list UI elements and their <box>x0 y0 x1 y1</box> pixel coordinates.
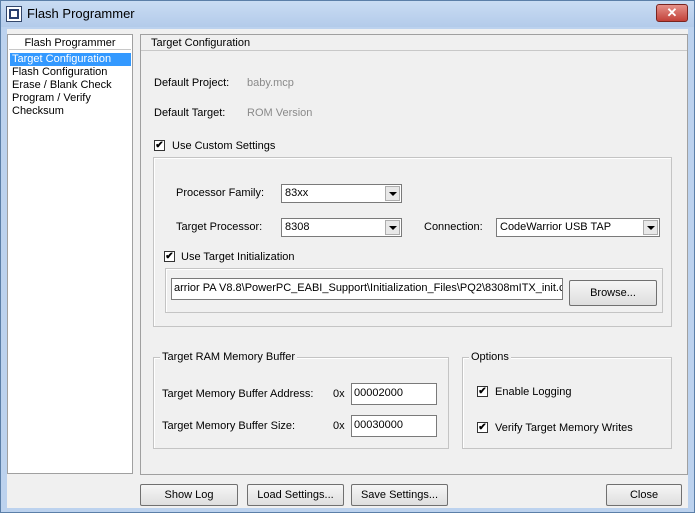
target-configuration-panel: Target Configuration Default Project: ba… <box>140 34 688 475</box>
connection-select[interactable]: CodeWarrior USB TAP <box>496 218 660 237</box>
panel-title: Target Configuration <box>141 35 687 51</box>
connection-label: Connection: <box>424 221 483 233</box>
buffer-size-prefix: 0x <box>333 420 345 432</box>
window-close-button[interactable]: ✕ <box>656 4 688 22</box>
app-icon <box>6 6 22 22</box>
buffer-address-input[interactable]: 00002000 <box>351 383 437 405</box>
target-processor-value: 8308 <box>285 221 310 233</box>
use-target-init-label: Use Target Initialization <box>181 251 295 263</box>
sidebar: Flash Programmer Target Configuration Fl… <box>7 34 133 474</box>
close-icon: ✕ <box>666 5 678 20</box>
use-custom-settings-label: Use Custom Settings <box>172 140 276 152</box>
buffer-address-prefix: 0x <box>333 388 345 400</box>
custom-settings-group: Processor Family: 83xx Target Processor:… <box>153 157 672 327</box>
processor-family-value: 83xx <box>285 187 309 199</box>
browse-button[interactable]: Browse... <box>569 280 657 306</box>
default-target-value: ROM Version <box>247 107 313 119</box>
sidebar-item-checksum[interactable]: Checksum <box>10 105 131 118</box>
buffer-size-value: 00030000 <box>354 419 403 431</box>
sidebar-item-flash-configuration[interactable]: Flash Configuration <box>10 66 131 79</box>
default-target-label: Default Target: <box>154 107 226 119</box>
processor-family-label: Processor Family: <box>176 187 265 199</box>
sidebar-list: Target Configuration Flash Configuration… <box>10 53 131 118</box>
buffer-address-value: 00002000 <box>354 387 403 399</box>
check-icon: ✔ <box>165 251 174 262</box>
processor-family-select[interactable]: 83xx <box>281 184 402 203</box>
close-button[interactable]: Close <box>606 484 682 506</box>
chevron-down-icon[interactable] <box>643 220 658 235</box>
target-processor-select[interactable]: 8308 <box>281 218 402 237</box>
enable-logging-label: Enable Logging <box>495 386 572 398</box>
use-custom-settings-checkbox[interactable]: ✔ <box>154 140 165 151</box>
ram-buffer-caption: Target RAM Memory Buffer <box>160 351 298 364</box>
window-title: Flash Programmer <box>27 6 135 21</box>
title-bar[interactable]: Flash Programmer ✕ <box>1 1 694 27</box>
options-caption: Options <box>469 351 511 364</box>
connection-value: CodeWarrior USB TAP <box>500 221 612 233</box>
check-icon: ✔ <box>478 386 487 397</box>
check-icon: ✔ <box>155 140 164 151</box>
sidebar-item-erase-blank-check[interactable]: Erase / Blank Check <box>10 79 131 92</box>
buffer-address-label: Target Memory Buffer Address: <box>162 388 314 400</box>
chevron-down-icon[interactable] <box>385 186 400 201</box>
load-settings-button[interactable]: Load Settings... <box>247 484 344 506</box>
verify-writes-label: Verify Target Memory Writes <box>495 422 633 434</box>
ram-buffer-group: Target RAM Memory Buffer Target Memory B… <box>153 351 449 449</box>
dialog-client: Flash Programmer Target Configuration Fl… <box>7 29 688 508</box>
default-project-label: Default Project: <box>154 77 230 89</box>
enable-logging-checkbox[interactable]: ✔ <box>477 386 488 397</box>
save-settings-button[interactable]: Save Settings... <box>351 484 448 506</box>
show-log-button[interactable]: Show Log <box>140 484 238 506</box>
target-processor-label: Target Processor: <box>176 221 263 233</box>
use-target-init-checkbox[interactable]: ✔ <box>164 251 175 262</box>
options-group: Options ✔ Enable Logging ✔ Verify Target… <box>462 351 672 449</box>
buffer-size-input[interactable]: 00030000 <box>351 415 437 437</box>
sidebar-item-target-configuration[interactable]: Target Configuration <box>10 53 131 66</box>
check-icon: ✔ <box>478 422 487 433</box>
init-file-group: arrior PA V8.8\PowerPC_EABI_Support\Init… <box>165 268 663 313</box>
init-file-input[interactable]: arrior PA V8.8\PowerPC_EABI_Support\Init… <box>171 278 563 300</box>
verify-writes-checkbox[interactable]: ✔ <box>477 422 488 433</box>
sidebar-header: Flash Programmer <box>9 36 131 50</box>
sidebar-item-program-verify[interactable]: Program / Verify <box>10 92 131 105</box>
init-file-path: arrior PA V8.8\PowerPC_EABI_Support\Init… <box>174 282 563 294</box>
flash-programmer-window: Flash Programmer ✕ Flash Programmer Targ… <box>0 0 695 513</box>
buffer-size-label: Target Memory Buffer Size: <box>162 420 296 432</box>
default-project-value: baby.mcp <box>247 77 294 89</box>
chevron-down-icon[interactable] <box>385 220 400 235</box>
